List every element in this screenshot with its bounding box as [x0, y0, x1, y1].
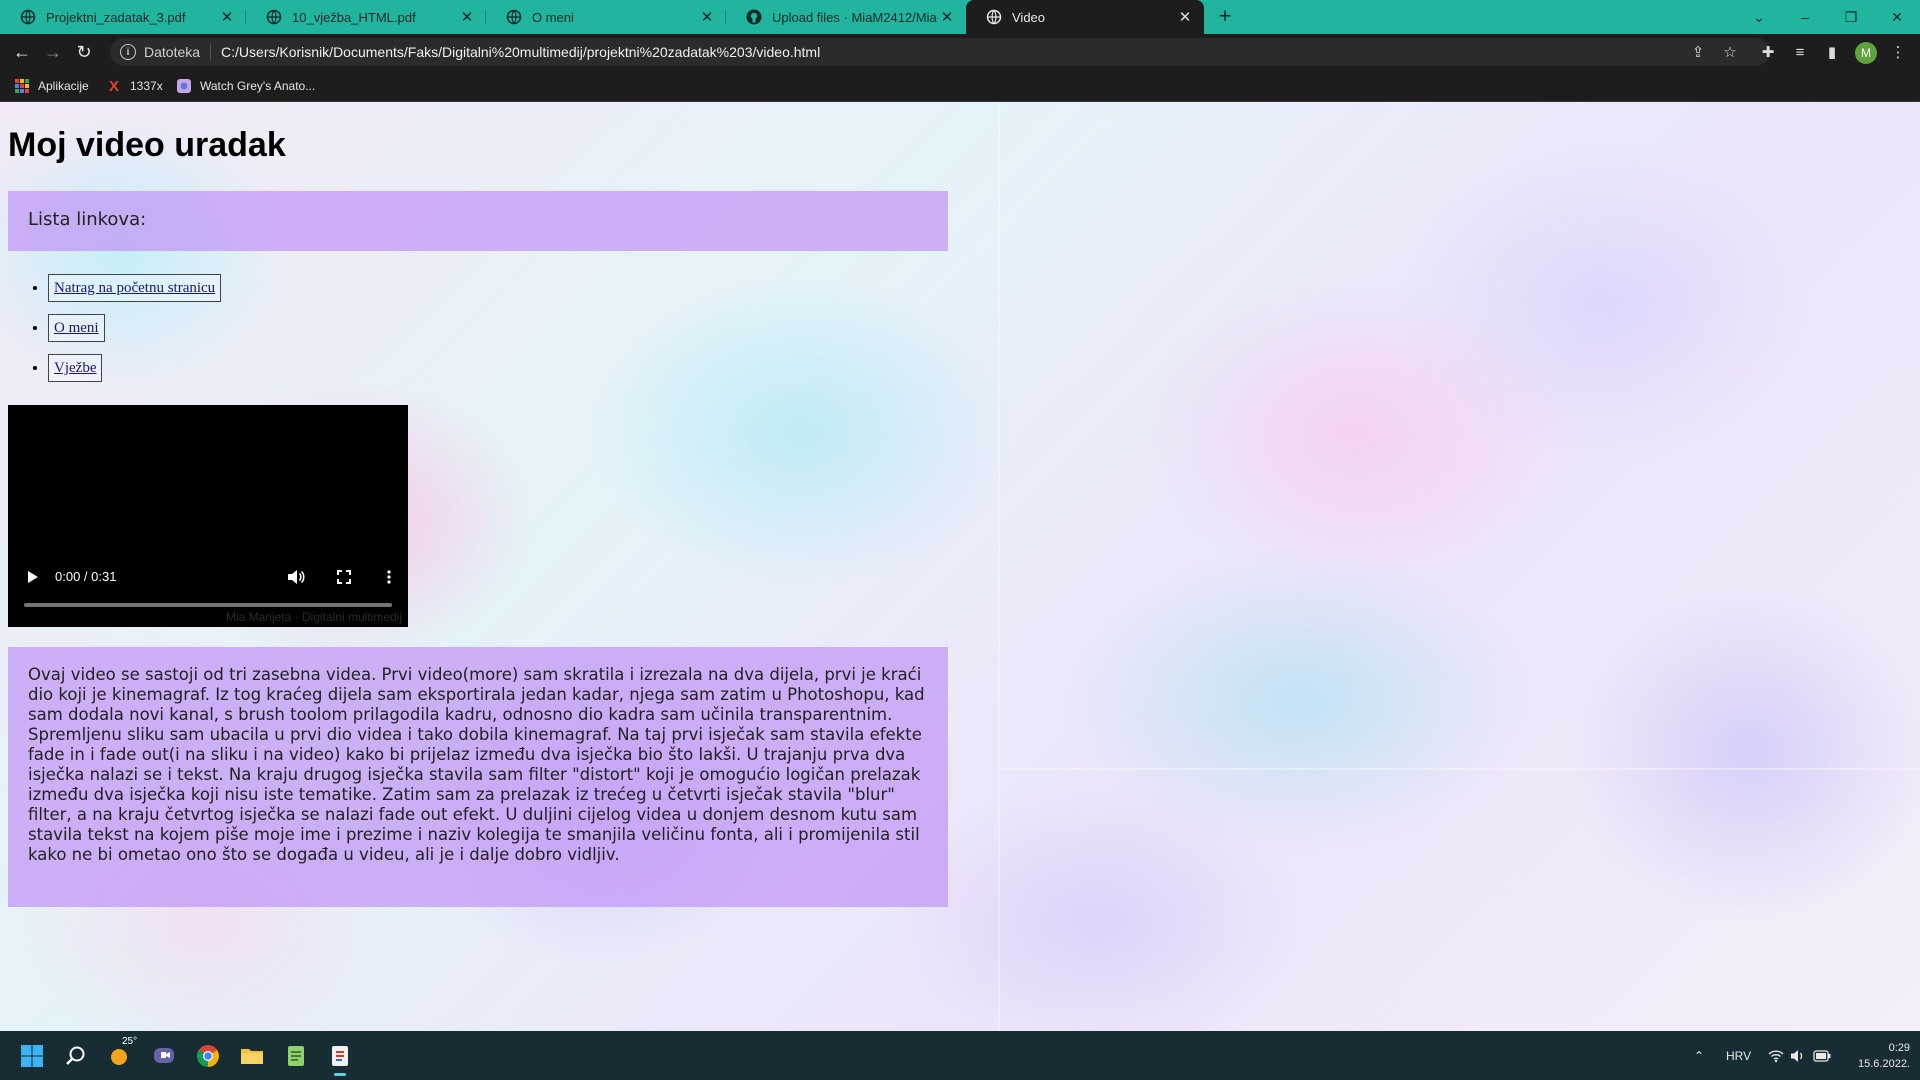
tab-title: Upload files · MiaM2412/Mia-Ma: [772, 9, 938, 25]
file-explorer-icon[interactable]: [236, 1040, 268, 1072]
address-url[interactable]: C:/Users/Korisnik/Documents/Faks/Digital…: [221, 44, 820, 60]
windows-start-icon[interactable]: [16, 1040, 48, 1072]
bookmark-aplikacije[interactable]: Aplikacije: [14, 76, 89, 96]
battery-icon[interactable]: [1813, 1031, 1831, 1080]
back-button[interactable]: ←: [10, 40, 34, 64]
apps-grid-icon: [14, 78, 30, 94]
profile-avatar[interactable]: M: [1855, 42, 1877, 64]
forward-button[interactable]: →: [41, 40, 65, 64]
address-scheme-label: Datoteka: [144, 44, 201, 60]
description-box: Ovaj video se sastoji od tri zasebna vid…: [8, 647, 948, 907]
share-icon[interactable]: ⇪: [1688, 42, 1708, 62]
fullscreen-icon[interactable]: [333, 567, 355, 587]
browser-toolbar: ← → ↻ i Datoteka C:/Users/Korisnik/Docum…: [0, 34, 1920, 70]
bookmark-greys-anatomy[interactable]: Watch Grey's Anato...: [176, 76, 315, 96]
list-item: O meni: [48, 313, 221, 353]
taskbar: 25° ⌃ HRV 0:29 15.6.2022.: [0, 1031, 1920, 1080]
close-icon[interactable]: ✕: [938, 8, 956, 26]
tab-search-chevron-icon[interactable]: ⌄: [1736, 0, 1782, 34]
video-player[interactable]: 0:00 / 0:31 Mia Marijeta · Digitalni mul…: [8, 405, 408, 627]
tab-strip: Projektni_zadatak_3.pdf ✕ 10_vježba_HTML…: [0, 0, 1920, 34]
search-icon[interactable]: [60, 1040, 92, 1072]
bookmark-favicon-icon: [176, 78, 192, 94]
bookmark-label: 1337x: [130, 79, 163, 93]
globe-icon: [506, 9, 522, 25]
links-heading: Lista linkova:: [28, 209, 147, 230]
clock-time: 0:29: [1888, 1042, 1910, 1054]
tab-upload-files[interactable]: Upload files · MiaM2412/Mia-Ma ✕: [726, 0, 966, 34]
background-tile-seam: [998, 102, 1000, 1031]
wifi-icon[interactable]: [1768, 1031, 1784, 1080]
link-o-meni[interactable]: O meni: [48, 314, 105, 342]
tab-projektni-zadatak[interactable]: Projektni_zadatak_3.pdf ✕: [0, 0, 246, 34]
close-window-button[interactable]: ✕: [1874, 0, 1920, 34]
play-icon[interactable]: [24, 567, 42, 587]
tab-vjezba-html[interactable]: 10_vježba_HTML.pdf ✕: [246, 0, 486, 34]
globe-icon: [266, 9, 282, 25]
close-icon[interactable]: ✕: [1176, 8, 1194, 26]
new-tab-button[interactable]: +: [1213, 5, 1237, 29]
volume-icon[interactable]: [285, 567, 307, 587]
weather-icon[interactable]: 25°: [104, 1036, 137, 1072]
video-controls: 0:00 / 0:31 Mia Marijeta · Digitalni mul…: [8, 557, 408, 627]
bookmark-label: Aplikacije: [38, 79, 89, 93]
tray-overflow-chevron-icon[interactable]: ⌃: [1694, 1031, 1704, 1080]
links-heading-box: Lista linkova:: [8, 191, 948, 251]
tab-title: 10_vježba_HTML.pdf: [292, 9, 416, 25]
address-divider: [210, 44, 212, 60]
snipping-tool-icon[interactable]: [324, 1040, 356, 1076]
close-icon[interactable]: ✕: [218, 8, 236, 26]
page-viewport: Moj video uradak Lista linkova: Natrag n…: [0, 102, 1920, 1031]
video-time: 0:00 / 0:31: [55, 569, 117, 584]
volume-icon[interactable]: [1790, 1031, 1806, 1080]
chrome-icon[interactable]: [192, 1040, 224, 1072]
side-panel-icon[interactable]: ▮: [1822, 42, 1842, 62]
globe-icon: [20, 9, 36, 25]
github-icon: [746, 9, 762, 25]
reload-button[interactable]: ↻: [72, 40, 96, 64]
taskbar-clock[interactable]: 0:29 15.6.2022.: [1840, 1040, 1910, 1072]
background-tile-seam: [1000, 768, 1920, 770]
nav-link-list: Natrag na početnu stranicu O meni Vježbe: [48, 273, 222, 393]
bookmark-star-icon[interactable]: ☆: [1720, 42, 1740, 62]
video-progress-track[interactable]: [24, 603, 392, 607]
notepad-icon[interactable]: [280, 1040, 312, 1072]
weather-temp: 25°: [122, 1036, 138, 1047]
more-options-icon[interactable]: [381, 567, 397, 587]
bookmark-1337x[interactable]: X 1337x: [106, 76, 163, 96]
link-pocetna-stranica[interactable]: Natrag na početnu stranicu: [48, 274, 222, 302]
page-title: Moj video uradak: [8, 126, 286, 164]
media-queue-icon[interactable]: ≡: [1790, 42, 1810, 62]
close-icon[interactable]: ✕: [458, 8, 476, 26]
tab-title: Video: [1012, 9, 1046, 25]
minimize-button[interactable]: –: [1782, 0, 1828, 34]
x-logo-icon: X: [108, 77, 119, 95]
link-vjezbe[interactable]: Vježbe: [48, 354, 103, 382]
globe-icon: [986, 9, 1002, 25]
info-icon[interactable]: i: [120, 44, 136, 60]
bookmark-label: Watch Grey's Anato...: [200, 79, 316, 93]
input-language[interactable]: HRV: [1726, 1031, 1751, 1080]
teams-chat-icon[interactable]: [148, 1040, 180, 1072]
address-bar[interactable]: i Datoteka C:/Users/Korisnik/Documents/F…: [110, 38, 1770, 66]
menu-kebab-icon[interactable]: ⋮: [1888, 42, 1908, 62]
tab-title: Projektni_zadatak_3.pdf: [46, 9, 186, 25]
extensions-puzzle-icon[interactable]: ✚: [1758, 42, 1778, 62]
tab-video[interactable]: Video ✕: [966, 0, 1204, 34]
list-item: Natrag na početnu stranicu: [48, 273, 222, 313]
video-watermark: Mia Marijeta · Digitalni multimedij: [225, 610, 402, 624]
restore-button[interactable]: ❐: [1828, 0, 1874, 34]
close-icon[interactable]: ✕: [698, 8, 716, 26]
list-item: Vježbe: [48, 353, 221, 393]
tab-title: O meni: [532, 9, 574, 25]
description-text: Ovaj video se sastoji od tri zasebna vid…: [28, 665, 925, 864]
clock-date: 15.6.2022.: [1858, 1058, 1910, 1070]
bookmarks-bar: Aplikacije X 1337x Watch Grey's Anato...: [0, 70, 1920, 102]
tab-o-meni[interactable]: O meni ✕: [486, 0, 726, 34]
